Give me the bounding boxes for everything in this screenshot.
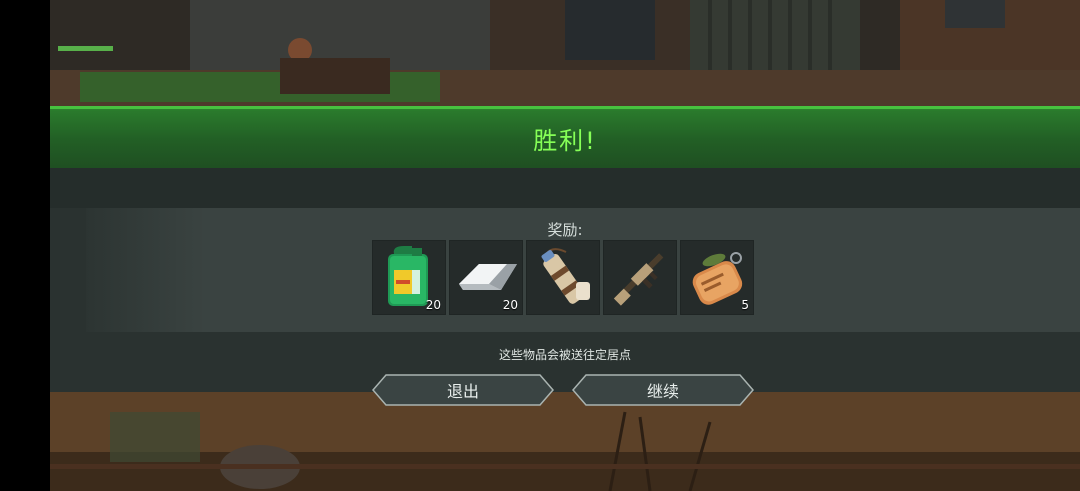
game-scene-bottom bbox=[50, 392, 1080, 491]
reward-item-rifle[interactable] bbox=[603, 240, 677, 315]
banner-subbar bbox=[50, 168, 1080, 208]
victory-title: 胜利! bbox=[533, 127, 597, 155]
exit-button[interactable]: 退出 bbox=[372, 374, 554, 406]
reward-count: 20 bbox=[502, 298, 518, 312]
reward-item-motor-oil[interactable]: 20 bbox=[372, 240, 446, 315]
canteen-flask-icon bbox=[541, 248, 590, 304]
assault-rifle-icon bbox=[613, 253, 664, 306]
rewards-label: 奖励: bbox=[547, 221, 583, 239]
rewards-item-list: 20 20 5 bbox=[372, 240, 754, 315]
reward-item-canteen[interactable] bbox=[526, 240, 600, 315]
reward-count: 5 bbox=[741, 298, 749, 312]
game-scene-top bbox=[50, 0, 1080, 106]
reward-item-silver-ingot[interactable]: 20 bbox=[449, 240, 523, 315]
continue-button[interactable]: 继续 bbox=[572, 374, 754, 406]
reward-item-dog-tag[interactable]: 5 bbox=[680, 240, 754, 315]
victory-dialog: 胜利! 奖励: 20 20 5 这些物品会被送往定居点 bbox=[50, 106, 1080, 392]
continue-button-label: 继续 bbox=[646, 382, 679, 401]
reward-count: 20 bbox=[425, 298, 441, 312]
left-black-bar bbox=[0, 0, 50, 491]
exit-button-label: 退出 bbox=[446, 382, 479, 401]
rewards-destination-note: 这些物品会被送往定居点 bbox=[498, 348, 631, 362]
